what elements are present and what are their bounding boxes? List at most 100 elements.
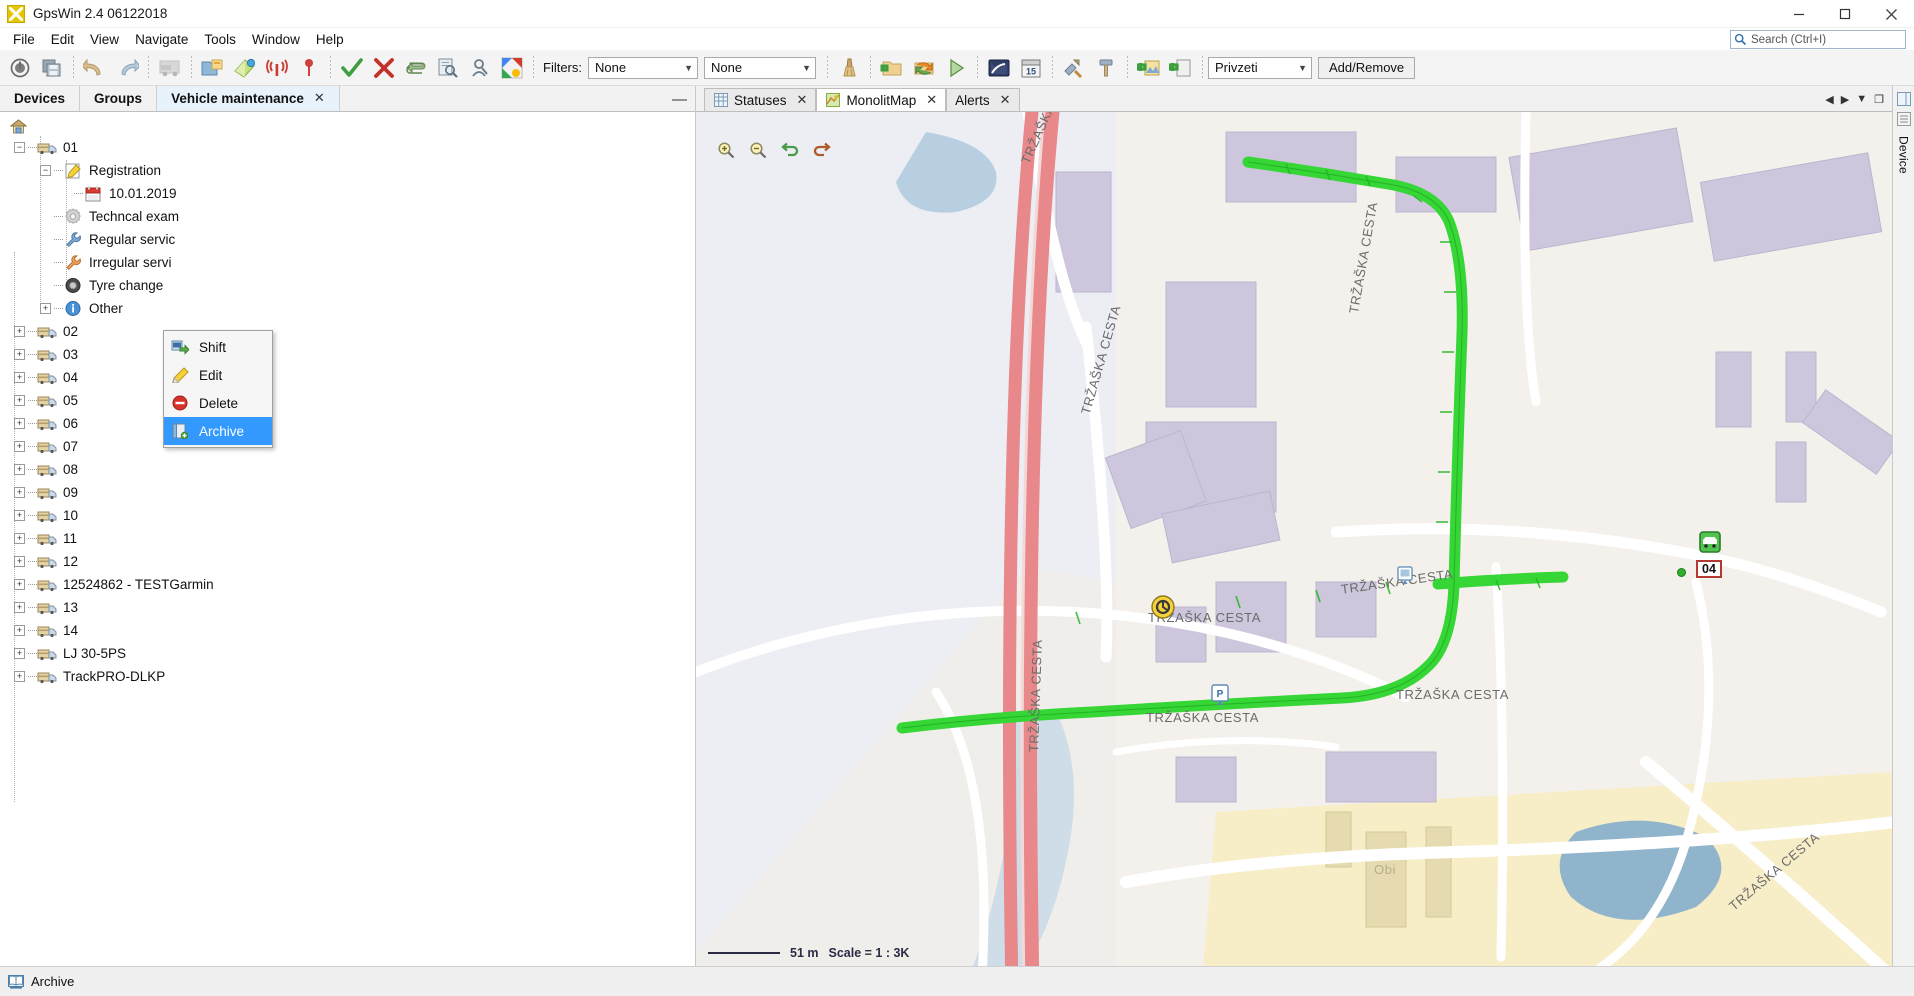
zoom-in-icon[interactable] (716, 140, 736, 160)
tree-node-04[interactable]: + 04 (6, 366, 695, 389)
expand-toggle[interactable]: + (14, 418, 25, 429)
tree-node-date[interactable]: 10.01.2019 (6, 182, 695, 205)
expand-toggle[interactable]: + (14, 372, 25, 383)
layout-select[interactable]: Privzeti ▼ (1208, 56, 1312, 79)
tab-devices[interactable]: Devices (0, 86, 81, 111)
vehicle-maintenance-tree[interactable]: − 01 − Registration 10.01.2019 Techncal … (0, 112, 695, 966)
tab-next-button[interactable]: ▶ (1841, 93, 1849, 106)
tree-node-tyre-change[interactable]: Tyre change (6, 274, 695, 297)
expand-toggle[interactable]: + (14, 441, 25, 452)
expand-toggle[interactable]: + (14, 464, 25, 475)
search-input[interactable]: Search (Ctrl+I) (1730, 30, 1906, 49)
add-report-icon[interactable] (1134, 53, 1164, 83)
expand-toggle[interactable]: + (14, 556, 25, 567)
tree-node-14[interactable]: + 14 (6, 619, 695, 642)
map-canvas[interactable]: TRŽAŠKA CESTA TRŽAŠKA CESTA TRŽAŠKA CEST… (696, 112, 1892, 966)
google-map-icon[interactable] (497, 53, 527, 83)
tree-node-09[interactable]: + 09 (6, 481, 695, 504)
close-icon[interactable]: ✕ (1000, 92, 1011, 108)
tree-node-12[interactable]: + 12 (6, 550, 695, 573)
close-button[interactable] (1868, 0, 1914, 28)
info-board-icon[interactable] (1396, 566, 1414, 589)
maximize-button[interactable] (1822, 0, 1868, 28)
refresh-folder-icon[interactable] (909, 53, 939, 83)
tree-node-lj30-5ps[interactable]: + LJ 30-5PS (6, 642, 695, 665)
menu-navigate[interactable]: Navigate (127, 30, 196, 49)
tree-node-irregular-service[interactable]: Irregular servi (6, 251, 695, 274)
add-page-icon[interactable] (1166, 53, 1196, 83)
tree-node-other[interactable]: + Other (6, 297, 695, 320)
tree-node-testgarmin[interactable]: + 12524862 - TESTGarmin (6, 573, 695, 596)
expand-toggle[interactable]: + (14, 395, 25, 406)
menu-file[interactable]: File (5, 30, 43, 49)
filter-select-2[interactable]: None ▼ (704, 56, 816, 79)
expand-toggle[interactable]: + (14, 510, 25, 521)
tree-node-11[interactable]: + 11 (6, 527, 695, 550)
tab-dropdown-button[interactable]: ▼ (1856, 93, 1867, 105)
play-icon[interactable] (941, 53, 971, 83)
calendar-icon[interactable]: 15 (1016, 53, 1046, 83)
tree-node-06[interactable]: + 06 (6, 412, 695, 435)
tree-node-01[interactable]: − 01 (6, 136, 695, 159)
expand-toggle[interactable]: + (14, 648, 25, 659)
context-menu[interactable]: Shift Edit Delete Archive (163, 330, 273, 448)
menu-tools[interactable]: Tools (196, 30, 244, 49)
tree-node-08[interactable]: + 08 (6, 458, 695, 481)
tree-node-technical-exam[interactable]: Techncal exam (6, 205, 695, 228)
context-menu-item-delete[interactable]: Delete (164, 389, 272, 417)
undo-view-icon[interactable] (780, 140, 800, 160)
minimize-panel-button[interactable]: — (672, 86, 687, 112)
parking-icon[interactable]: P (1210, 684, 1230, 709)
tree-node-07[interactable]: + 07 (6, 435, 695, 458)
close-icon[interactable]: ✕ (314, 90, 325, 106)
expand-toggle[interactable]: + (40, 303, 51, 314)
zoom-out-icon[interactable] (748, 140, 768, 160)
tree-node-10[interactable]: + 10 (6, 504, 695, 527)
hammer-icon[interactable] (1091, 53, 1121, 83)
menu-window[interactable]: Window (244, 30, 308, 49)
mail-icon[interactable] (984, 53, 1014, 83)
save-all-icon[interactable] (37, 53, 67, 83)
open-folder-icon[interactable] (198, 53, 228, 83)
tree-node-02[interactable]: + 02 (6, 320, 695, 343)
context-menu-item-archive[interactable]: Archive (164, 417, 272, 445)
filter-select-1[interactable]: None ▼ (588, 56, 698, 79)
tab-alerts[interactable]: Alerts ✕ (946, 88, 1020, 111)
tree-node-05[interactable]: + 05 (6, 389, 695, 412)
cancel-icon[interactable] (369, 53, 399, 83)
swap-icon[interactable] (401, 53, 431, 83)
menu-view[interactable]: View (82, 30, 127, 49)
expand-toggle[interactable]: + (14, 326, 25, 337)
panel-icon[interactable] (1896, 92, 1911, 106)
report-search-icon[interactable] (433, 53, 463, 83)
tools-icon[interactable] (1059, 53, 1089, 83)
expand-toggle[interactable]: + (14, 671, 25, 682)
tree-node-13[interactable]: + 13 (6, 596, 695, 619)
power-icon[interactable] (5, 53, 35, 83)
expand-toggle[interactable]: + (14, 487, 25, 498)
collapse-toggle[interactable]: − (40, 165, 51, 176)
expand-toggle[interactable]: + (14, 602, 25, 613)
tab-vehicle-maintenance[interactable]: Vehicle maintenance ✕ (157, 86, 340, 111)
tree-node-03[interactable]: + 03 (6, 343, 695, 366)
pin-icon[interactable] (294, 53, 324, 83)
tab-groups[interactable]: Groups (80, 86, 158, 111)
tab-monolitmap[interactable]: MonolitMap ✕ (816, 88, 947, 111)
tab-statuses[interactable]: Statuses ✕ (704, 88, 817, 111)
vehicle-green-icon[interactable] (1698, 530, 1722, 557)
new-folder-icon[interactable] (877, 53, 907, 83)
tree-node-registration[interactable]: − Registration (6, 159, 695, 182)
tree-node-trackpro-dlkp[interactable]: + TrackPRO-DLKP (6, 665, 695, 688)
list-icon[interactable] (1896, 112, 1911, 126)
vehicle-label-04[interactable]: 04 (1696, 560, 1722, 578)
menu-help[interactable]: Help (308, 30, 352, 49)
expand-toggle[interactable]: + (14, 533, 25, 544)
tree-node-regular-service[interactable]: Regular servic (6, 228, 695, 251)
expand-toggle[interactable]: + (14, 625, 25, 636)
expand-toggle[interactable]: + (14, 579, 25, 590)
close-icon[interactable]: ✕ (797, 92, 808, 108)
tab-prev-button[interactable]: ◀ (1825, 93, 1833, 106)
add-remove-button[interactable]: Add/Remove (1318, 56, 1416, 79)
collapse-toggle[interactable]: − (14, 142, 25, 153)
broom-icon[interactable] (834, 53, 864, 83)
